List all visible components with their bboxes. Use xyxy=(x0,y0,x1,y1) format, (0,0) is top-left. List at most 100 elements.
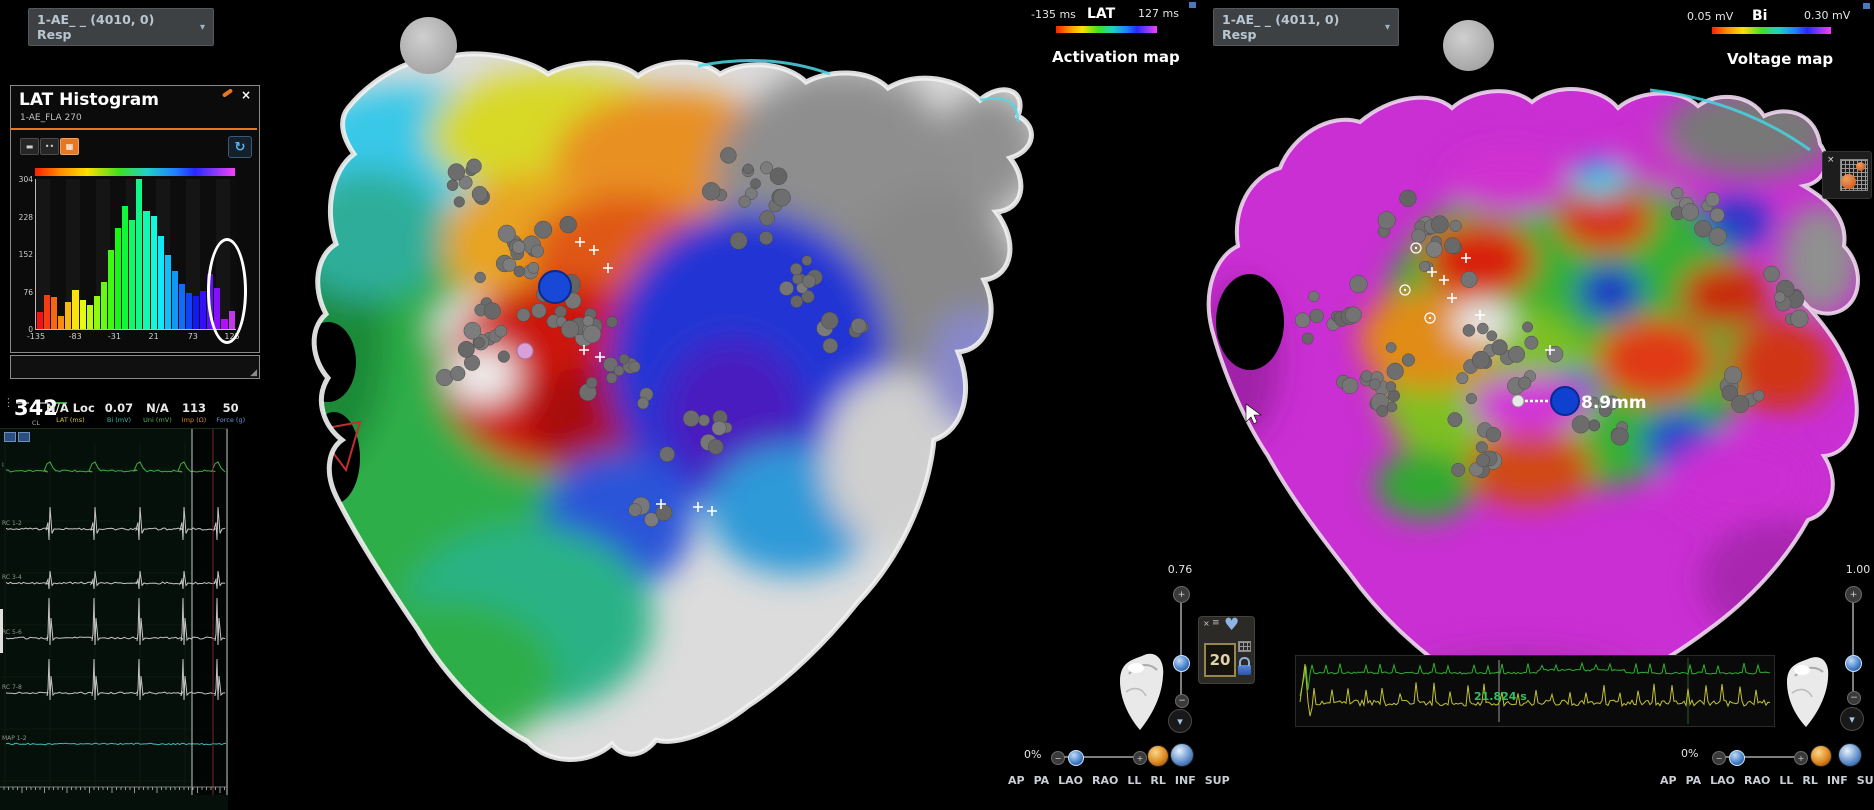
orientation-rl[interactable]: RL xyxy=(1802,774,1817,787)
x-tick: -135 xyxy=(27,332,45,341)
view-options-button-right[interactable]: ▾ xyxy=(1840,707,1864,731)
histogram-view-bars-button[interactable]: ▬ xyxy=(20,138,39,155)
zoom-slider-thumb-left[interactable] xyxy=(1068,750,1084,766)
opacity-minus-button[interactable]: − xyxy=(1847,691,1861,705)
outlier-annotation-ellipse xyxy=(207,238,247,344)
zoom-slider-thumb-right[interactable] xyxy=(1729,750,1745,766)
catheter-tip-marker xyxy=(1551,387,1579,415)
zoom-plus-button[interactable]: + xyxy=(1133,751,1147,765)
orientation-rao[interactable]: RAO xyxy=(1092,774,1118,787)
lat-histogram-panel: LAT Histogram 1-AE_FLA 270 × ▬ •• ▦ ↻ 30… xyxy=(10,85,260,353)
measurement-value: N/A xyxy=(143,401,172,415)
histogram-view-dots-button[interactable]: •• xyxy=(40,138,59,155)
minus-icon: − xyxy=(1850,693,1858,703)
globe-orb-button[interactable] xyxy=(1838,743,1862,767)
bi-scale-max: 0.30 mV xyxy=(1804,9,1850,22)
histogram-bar xyxy=(87,305,93,329)
ecg-traces: IRC 1-2RC 3-4RC 5-6RC 7-8MAP 1-2 xyxy=(0,429,228,810)
ecg-lead-label: MAP 1-2 xyxy=(2,735,27,742)
histogram-bar xyxy=(72,290,78,330)
close-icon[interactable]: × xyxy=(1203,619,1210,628)
distance-label: 8.9mm xyxy=(1581,393,1647,413)
plus-icon: + xyxy=(1798,754,1805,763)
ecg-tool-icon[interactable] xyxy=(18,432,30,442)
zoom-plus-button[interactable]: + xyxy=(1794,751,1808,765)
strip-time-label: 21.824 s xyxy=(1474,690,1527,703)
measurement-column: N/A LocLAT (ms) xyxy=(46,401,95,424)
plus-icon: + xyxy=(1850,590,1858,600)
histogram-subtitle: 1-AE_FLA 270 xyxy=(20,113,82,123)
histogram-bar xyxy=(136,179,142,329)
measurement-columns: N/A LocLAT (ms)0.07Bi (mV)N/AUni (mV)113… xyxy=(46,401,245,424)
heart-orientation-icon-left[interactable] xyxy=(1112,648,1172,740)
opacity-plus-button[interactable]: + xyxy=(1845,586,1862,603)
ecg-lead-label: RC 7-8 xyxy=(2,684,22,691)
histogram-bar xyxy=(94,296,100,329)
activation-map-3d[interactable] xyxy=(228,30,1040,810)
catheter-tip-marker xyxy=(539,271,571,303)
ecg-panel[interactable]: IRC 1-2RC 3-4RC 5-6RC 7-8MAP 1-2 xyxy=(0,428,228,810)
heart-orientation-icon-right[interactable] xyxy=(1779,652,1837,736)
tag-dot-large[interactable] xyxy=(1841,174,1856,189)
map-selector-left[interactable]: 1-AE_ _ (4010, 0) Resp ▾ xyxy=(28,8,214,46)
y-tick: 152 xyxy=(12,250,33,259)
histogram-bar xyxy=(122,206,128,329)
ecg-lead-label: RC 5-6 xyxy=(2,629,22,636)
record-orb-button[interactable] xyxy=(1810,745,1832,767)
map-selector-right[interactable]: 1-AE_ _ (4011, 0) Resp ▾ xyxy=(1213,8,1399,46)
opacity-minus-button[interactable]: − xyxy=(1175,694,1189,708)
orientation-ll[interactable]: LL xyxy=(1127,774,1141,787)
zoom-value-right: 0% xyxy=(1681,747,1698,760)
orientation-ll[interactable]: LL xyxy=(1779,774,1793,787)
activation-map-caption: Activation map xyxy=(1052,48,1180,66)
reference-sphere xyxy=(1443,20,1494,71)
mesh-icon[interactable] xyxy=(1238,641,1251,652)
globe-orb-button[interactable] xyxy=(1170,743,1194,767)
zoom-minus-button[interactable]: − xyxy=(1051,751,1065,765)
orientation-ap[interactable]: AP xyxy=(1660,774,1677,787)
zoom-minus-button[interactable]: − xyxy=(1712,751,1726,765)
annotation-strip: ◢ xyxy=(10,355,260,379)
histogram-bar xyxy=(179,284,185,329)
tag-palette-widget[interactable]: × xyxy=(1822,151,1872,199)
orientation-ap[interactable]: AP xyxy=(1008,774,1025,787)
histogram-bar xyxy=(165,255,171,329)
measurement-label: Bi (mV) xyxy=(105,416,133,424)
lat-colorbar[interactable] xyxy=(1056,26,1157,33)
window-dot xyxy=(1189,2,1196,8)
lat-scale-min: -135 ms xyxy=(1031,8,1076,21)
bi-colorbar[interactable] xyxy=(1712,27,1831,34)
orientation-pa[interactable]: PA xyxy=(1034,774,1050,787)
record-orb-button[interactable] xyxy=(1147,745,1169,767)
measurement-column: 0.07Bi (mV) xyxy=(105,401,133,424)
orientation-sup[interactable]: SUP xyxy=(1205,774,1230,787)
orientation-rl[interactable]: RL xyxy=(1150,774,1165,787)
orientation-lao[interactable]: LAO xyxy=(1058,774,1083,787)
opacity-plus-button[interactable]: + xyxy=(1173,586,1190,603)
opacity-value-right: 1.00 xyxy=(1838,563,1874,576)
close-icon[interactable]: × xyxy=(1827,155,1835,165)
drag-handle-icon[interactable]: ⋮ xyxy=(3,396,14,409)
orientation-sup[interactable]: SUP xyxy=(1857,774,1874,787)
histogram-bar xyxy=(172,271,178,329)
histogram-bar xyxy=(158,236,164,329)
fill-threshold-value-box[interactable]: 20 xyxy=(1204,643,1236,677)
orientation-rao[interactable]: RAO xyxy=(1744,774,1770,787)
voltage-map-3d[interactable]: 8.9mm xyxy=(1180,60,1874,710)
dots-view-icon: •• xyxy=(45,142,54,151)
orientation-inf[interactable]: INF xyxy=(1827,774,1848,787)
review-ecg-strip[interactable]: 21.824 s xyxy=(1295,655,1775,727)
opacity-slider-thumb-right[interactable] xyxy=(1845,655,1862,672)
histogram-view-grid-button[interactable]: ▦ xyxy=(60,138,79,155)
opacity-slider-thumb-left[interactable] xyxy=(1173,655,1190,672)
opacity-slider-track-right[interactable] xyxy=(1852,603,1854,695)
ecg-tool-icon[interactable] xyxy=(4,432,16,442)
orientation-inf[interactable]: INF xyxy=(1175,774,1196,787)
window-dot xyxy=(1863,3,1870,9)
orientation-lao[interactable]: LAO xyxy=(1710,774,1735,787)
opacity-slider-track-left[interactable] xyxy=(1180,603,1182,695)
orientation-pa[interactable]: PA xyxy=(1686,774,1702,787)
x-tick: 21 xyxy=(149,332,159,341)
lock-icon[interactable] xyxy=(1238,665,1251,675)
tag-dot-small[interactable] xyxy=(1856,162,1865,171)
